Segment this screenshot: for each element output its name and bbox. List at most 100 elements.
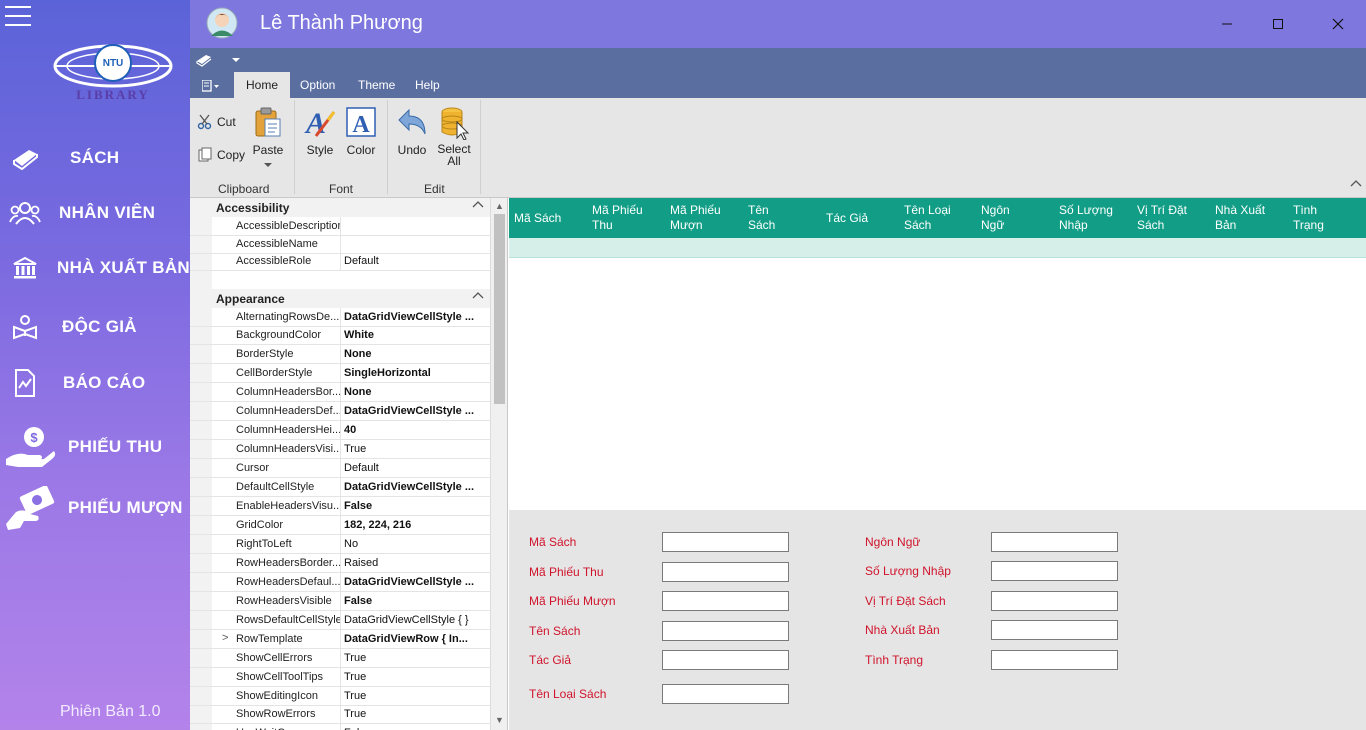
property-row[interactable]: ColumnHeadersBor... None — [190, 383, 490, 403]
column-header[interactable]: Mã Phiếu Thu — [592, 198, 643, 238]
property-value[interactable]: False — [344, 500, 488, 512]
property-row[interactable]: BackgroundColor White — [190, 326, 490, 346]
hamburger-menu-icon[interactable] — [5, 6, 31, 26]
text-field[interactable] — [662, 591, 789, 611]
property-category[interactable]: Appearance — [190, 288, 490, 308]
property-row[interactable]: AccessibleName — [190, 234, 490, 254]
property-row[interactable]: DefaultCellStyle DataGridViewCellStyle ..… — [190, 478, 490, 498]
property-value[interactable]: True — [344, 652, 488, 664]
close-button[interactable] — [1326, 12, 1350, 36]
text-field[interactable] — [662, 621, 789, 641]
property-row[interactable]: Cursor Default — [190, 459, 490, 479]
property-value[interactable]: White — [344, 329, 488, 341]
sidebar-item-phieu-thu[interactable]: $ PHIẾU THU — [0, 425, 190, 469]
property-row[interactable]: CellBorderStyle SingleHorizontal — [190, 364, 490, 384]
text-field[interactable] — [991, 561, 1118, 581]
collapse-chevron-icon[interactable] — [472, 291, 484, 302]
property-row[interactable]: GridColor 182, 224, 216 — [190, 515, 490, 535]
column-header[interactable]: Nhà Xuất Bản — [1215, 198, 1265, 238]
column-header[interactable]: Mã Sách — [514, 198, 561, 238]
property-value[interactable]: True — [344, 690, 488, 702]
quick-access-dropdown-icon[interactable] — [232, 58, 240, 63]
collapse-chevron-icon[interactable] — [472, 200, 484, 211]
maximize-button[interactable] — [1266, 12, 1290, 36]
tab-theme[interactable]: Theme — [346, 72, 407, 98]
column-header[interactable]: Ngôn Ngữ — [981, 198, 1010, 238]
file-menu-icon[interactable] — [202, 80, 220, 92]
sidebar-item-nha-xuat-ban[interactable]: NHÀ XUẤT BẢN — [0, 246, 190, 290]
property-row[interactable]: > RowTemplate DataGridViewRow { In... — [190, 629, 490, 649]
property-row[interactable]: ShowRowErrors True — [190, 705, 490, 725]
property-value[interactable]: DataGridViewCellStyle ... — [344, 481, 488, 493]
column-header[interactable]: Tên Loại Sách — [904, 198, 951, 238]
property-value[interactable]: DataGridViewCellStyle { } — [344, 614, 488, 626]
text-field[interactable] — [662, 684, 789, 704]
property-row[interactable]: AccessibleRole Default — [190, 252, 490, 271]
copy-button[interactable]: Copy — [198, 147, 245, 162]
property-value[interactable]: 40 — [344, 424, 488, 436]
property-value[interactable]: True — [344, 708, 488, 720]
column-header[interactable]: Tác Giả — [826, 198, 868, 238]
column-header[interactable]: Mã Phiếu Mượn — [670, 198, 721, 238]
property-row[interactable]: AlternatingRowsDe... DataGridViewCellStyl… — [190, 307, 490, 327]
column-header[interactable]: Tình Trạng — [1293, 198, 1324, 238]
property-row[interactable]: EnableHeadersVisu... False — [190, 497, 490, 516]
property-row[interactable]: UseWaitCursorFalse — [190, 724, 490, 730]
scrollbar-thumb[interactable] — [494, 214, 505, 404]
expand-arrow-icon[interactable]: > — [222, 632, 228, 644]
select-all-button[interactable]: Select All — [437, 106, 471, 167]
property-row[interactable]: RowsDefaultCellStyle DataGridViewCellStyl… — [190, 610, 490, 630]
scroll-up-arrow-icon[interactable]: ▲ — [491, 198, 507, 214]
sidebar-item-sach[interactable]: SÁCH — [0, 136, 190, 180]
column-header[interactable]: Tên Sách — [748, 198, 775, 238]
property-row[interactable]: RightToLeft No — [190, 534, 490, 554]
property-row[interactable]: ColumnHeadersHei... 40 — [190, 421, 490, 441]
property-row[interactable]: BorderStyle None — [190, 345, 490, 365]
sidebar-item-doc-gia[interactable]: ĐỘC GIẢ — [0, 305, 190, 349]
property-value[interactable]: SingleHorizontal — [344, 367, 488, 379]
property-row[interactable]: RowHeadersBorder... Raised — [190, 553, 490, 573]
property-value[interactable]: Default — [344, 462, 488, 474]
text-field[interactable] — [991, 650, 1118, 670]
property-grid-scrollbar[interactable]: ▲ ▼ — [490, 198, 507, 730]
property-value[interactable]: False — [344, 595, 488, 607]
sidebar-item-phieu-muon[interactable]: PHIẾU MƯỢN — [0, 486, 190, 530]
property-value[interactable]: No — [344, 538, 488, 550]
data-grid[interactable]: Mã Sách Mã Phiếu Thu Mã Phiếu Mượn Tên Sách Tác… — [509, 198, 1366, 510]
property-row[interactable]: ColumnHeadersVisi... True — [190, 440, 490, 460]
text-field[interactable] — [991, 620, 1118, 640]
property-value[interactable]: True — [344, 443, 488, 455]
tab-help[interactable]: Help — [403, 72, 452, 98]
property-category[interactable]: Accessibility — [190, 198, 490, 217]
sidebar-item-bao-cao[interactable]: BÁO CÁO — [0, 361, 190, 405]
scroll-down-arrow-icon[interactable]: ▼ — [491, 712, 507, 728]
table-row[interactable] — [509, 238, 1366, 258]
sidebar-item-nhan-vien[interactable]: NHÂN VIÊN — [0, 191, 190, 235]
property-value[interactable]: 182, 224, 216 — [344, 519, 488, 531]
property-value[interactable]: DataGridViewCellStyle ... — [344, 405, 488, 417]
property-value[interactable]: DataGridViewRow { In... — [344, 633, 488, 645]
property-value[interactable]: DataGridViewCellStyle ... — [344, 576, 488, 588]
paste-button[interactable]: Paste — [252, 106, 284, 171]
collapse-ribbon-chevron-icon[interactable] — [1350, 178, 1362, 190]
cut-button[interactable]: Cut — [197, 114, 236, 130]
property-row[interactable]: ShowCellToolTips True — [190, 667, 490, 687]
property-row[interactable]: ShowCellErrors True — [190, 648, 490, 668]
undo-button[interactable]: Undo — [395, 106, 429, 157]
property-value[interactable]: Raised — [344, 557, 488, 569]
property-row[interactable]: RowHeadersDefaul... DataGridViewCellStyle… — [190, 572, 490, 592]
property-value[interactable]: DataGridViewCellStyle ... — [344, 311, 488, 323]
property-row[interactable]: AccessibleDescription — [190, 217, 490, 236]
property-row[interactable]: ColumnHeadersDef... DataGridViewCellStyle… — [190, 402, 490, 422]
column-header[interactable]: Số Lượng Nhập — [1059, 198, 1113, 238]
minimize-button[interactable] — [1215, 12, 1239, 36]
property-value[interactable]: Default — [344, 255, 488, 267]
tab-home[interactable]: Home — [234, 72, 291, 98]
property-value[interactable]: None — [344, 348, 488, 360]
text-field[interactable] — [991, 591, 1118, 611]
tab-option[interactable]: Option — [288, 72, 347, 98]
quick-book-icon[interactable] — [196, 53, 212, 67]
style-button[interactable]: A Style — [304, 106, 336, 157]
property-value[interactable]: None — [344, 386, 488, 398]
property-row[interactable]: ShowEditingIcon True — [190, 686, 490, 706]
